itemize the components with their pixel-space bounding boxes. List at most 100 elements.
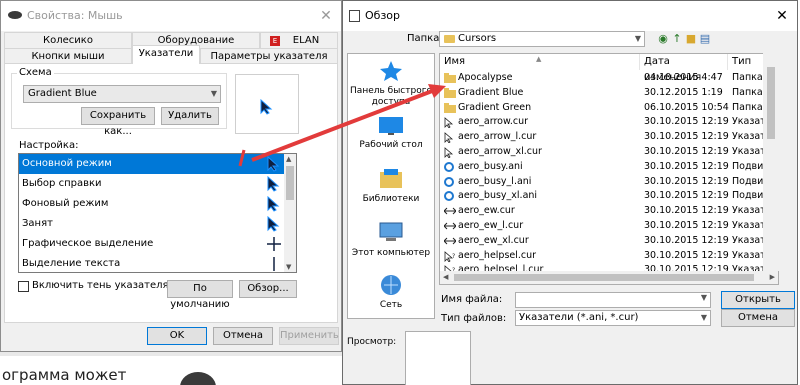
- file-date: 04.10.2015 4:47: [644, 72, 723, 83]
- new-folder-icon[interactable]: ■: [685, 33, 697, 45]
- delete-button[interactable]: Удалить: [161, 107, 219, 125]
- scroll-right-icon[interactable]: ▶: [770, 271, 775, 284]
- file-row[interactable]: aero_busy_l.ani30.10.2015 12:19Подвижный: [440, 175, 772, 188]
- file-row[interactable]: aero_ew.cur30.10.2015 12:19Указатель: [440, 204, 772, 217]
- filetype-value: Указатели (*.ani, *.cur): [519, 312, 639, 323]
- file-date: 30.10.2015 12:19: [644, 131, 729, 143]
- cursor-item-label: Графическое выделение: [22, 238, 154, 249]
- save-as-button[interactable]: Сохранить как...: [81, 107, 155, 137]
- folder-select[interactable]: Cursors ▼: [439, 31, 645, 47]
- file-row[interactable]: Apocalypse04.10.2015 4:47Папка с фай: [440, 71, 772, 84]
- scroll-thumb[interactable]: [286, 166, 294, 200]
- filename-input[interactable]: ▼: [515, 292, 711, 308]
- network-icon: [381, 275, 401, 295]
- scroll-thumb[interactable]: [454, 274, 754, 281]
- cursor-item-busy[interactable]: Занят: [19, 214, 285, 234]
- tab-elan-label: ELAN: [292, 35, 320, 46]
- place-label: Библиотеки: [362, 194, 420, 204]
- scheme-select[interactable]: Gradient Blue ▼: [23, 85, 221, 103]
- cursor-item-normal[interactable]: Основной режим: [19, 154, 285, 174]
- apply-button[interactable]: Применить: [279, 327, 339, 345]
- file-name: aero_busy_xl.ani: [458, 190, 538, 202]
- place-network[interactable]: Сеть: [348, 274, 434, 311]
- cursor-item-text[interactable]: Выделение текста: [19, 254, 285, 272]
- chevron-down-icon: ▼: [700, 313, 707, 322]
- place-label: Этот компьютер: [351, 248, 431, 258]
- file-row[interactable]: Gradient Blue30.12.2015 1:19Папка с фай: [440, 86, 772, 99]
- file-name: aero_arrow.cur: [458, 116, 529, 128]
- place-libraries[interactable]: Библиотеки: [348, 168, 434, 205]
- file-row[interactable]: aero_arrow.cur30.10.2015 12:19Указатель: [440, 115, 772, 130]
- filetype-select[interactable]: Указатели (*.ani, *.cur) ▼: [515, 310, 711, 326]
- file-list-vscrollbar[interactable]: [763, 53, 779, 271]
- open-button[interactable]: Открыть: [721, 291, 795, 309]
- scroll-thumb[interactable]: [767, 67, 775, 139]
- place-this-pc[interactable]: Этот компьютер: [348, 222, 434, 259]
- svg-text:?: ?: [452, 253, 455, 260]
- file-date: 30.10.2015 12:19: [644, 190, 729, 202]
- tab-elan[interactable]: E ELAN: [260, 32, 338, 48]
- star-icon: [380, 61, 402, 81]
- busy-cursor-icon: [267, 216, 280, 232]
- place-label: Панель быстрого доступа: [350, 86, 432, 107]
- scroll-left-icon[interactable]: ◀: [443, 271, 448, 284]
- computer-icon: [379, 222, 403, 241]
- place-quick-access[interactable]: Панель быстрого доступа: [348, 60, 434, 108]
- close-icon[interactable]: ✕: [313, 5, 339, 27]
- file-row[interactable]: aero_ew_xl.cur30.10.2015 12:19Указатель: [440, 234, 772, 249]
- back-icon[interactable]: ◉: [657, 33, 669, 45]
- close-icon[interactable]: ✕: [769, 5, 795, 27]
- cursor-list[interactable]: Основной режим Выбор справки Фоновый реж…: [18, 153, 297, 273]
- file-row[interactable]: aero_arrow_l.cur30.10.2015 12:19Указател…: [440, 130, 772, 144]
- cursor-item-label: Выделение текста: [22, 258, 121, 269]
- tab-mouse-buttons[interactable]: Кнопки мыши: [4, 48, 132, 64]
- resize-cursor-file-icon: [443, 236, 457, 249]
- resize-cursor-file-icon: [443, 221, 457, 234]
- file-row[interactable]: Gradient Green06.10.2015 10:54Папка с фа…: [440, 101, 772, 114]
- ok-button[interactable]: OK: [147, 327, 207, 345]
- working-cursor-icon: [267, 196, 280, 212]
- window-icon: [349, 10, 360, 22]
- cursor-item-label: Фоновый режим: [22, 198, 109, 209]
- scroll-up-icon[interactable]: ▲: [286, 155, 291, 163]
- file-row[interactable]: aero_arrow_xl.cur30.10.2015 12:19Указате…: [440, 145, 772, 159]
- up-folder-icon[interactable]: ↑: [671, 33, 683, 45]
- cursor-item-precision[interactable]: Графическое выделение: [19, 234, 285, 254]
- tab-pointers[interactable]: Указатели: [132, 45, 200, 64]
- cursor-item-background[interactable]: Фоновый режим: [19, 194, 285, 214]
- arrow-cursor-icon: [267, 156, 280, 172]
- scroll-down-icon[interactable]: ▼: [286, 263, 291, 271]
- file-list-hscrollbar[interactable]: ◀ ▶: [439, 271, 779, 285]
- cursor-item-help[interactable]: Выбор справки: [19, 174, 285, 194]
- preview-label: Просмотр:: [347, 337, 397, 347]
- shadow-checkbox[interactable]: [18, 281, 29, 292]
- desktop-icon: [379, 117, 403, 135]
- background-avatar: [180, 372, 216, 385]
- column-date[interactable]: Дата изменения: [640, 54, 728, 83]
- file-list[interactable]: Имя ▲ Дата изменения Тип Apocalypse 04.10…: [439, 53, 779, 285]
- file-date: 30.10.2015 12:19: [644, 160, 729, 172]
- view-menu-icon[interactable]: ▤: [699, 33, 711, 45]
- file-date: 30.10.2015 12:19: [644, 116, 729, 128]
- place-label: Сеть: [379, 300, 403, 310]
- tab-pointer-options[interactable]: Параметры указателя: [200, 48, 338, 64]
- browse-button[interactable]: Обзор...: [239, 280, 297, 298]
- file-row[interactable]: aero_ew_l.cur30.10.2015 12:19Указатель: [440, 219, 772, 234]
- scheme-select-value: Gradient Blue: [28, 88, 97, 99]
- cancel-button[interactable]: Отмена: [721, 309, 795, 327]
- title-bar[interactable]: Обзор ✕: [343, 1, 797, 31]
- title-bar[interactable]: Свойства: Мышь ✕: [1, 1, 341, 31]
- use-default-button[interactable]: По умолчанию: [167, 280, 233, 310]
- file-row[interactable]: aero_busy_xl.ani30.10.2015 12:19Подвижны…: [440, 189, 772, 202]
- file-row[interactable]: aero_busy.ani30.10.2015 12:19Подвижный: [440, 160, 772, 173]
- column-name[interactable]: Имя ▲: [440, 54, 640, 70]
- window-title: Свойства: Мышь: [27, 9, 123, 22]
- background-text: ограмма может: [2, 366, 127, 384]
- tab-wheel[interactable]: Колесико: [4, 32, 132, 48]
- cursor-list-scrollbar[interactable]: ▲ ▼: [284, 154, 296, 272]
- cancel-button[interactable]: Отмена: [213, 327, 273, 345]
- file-name: aero_busy_l.ani: [458, 175, 532, 187]
- place-desktop[interactable]: Рабочий стол: [348, 116, 434, 151]
- file-row[interactable]: ?aero_helpsel.cur30.10.2015 12:19Указате…: [440, 249, 772, 263]
- libraries-icon: [380, 169, 402, 188]
